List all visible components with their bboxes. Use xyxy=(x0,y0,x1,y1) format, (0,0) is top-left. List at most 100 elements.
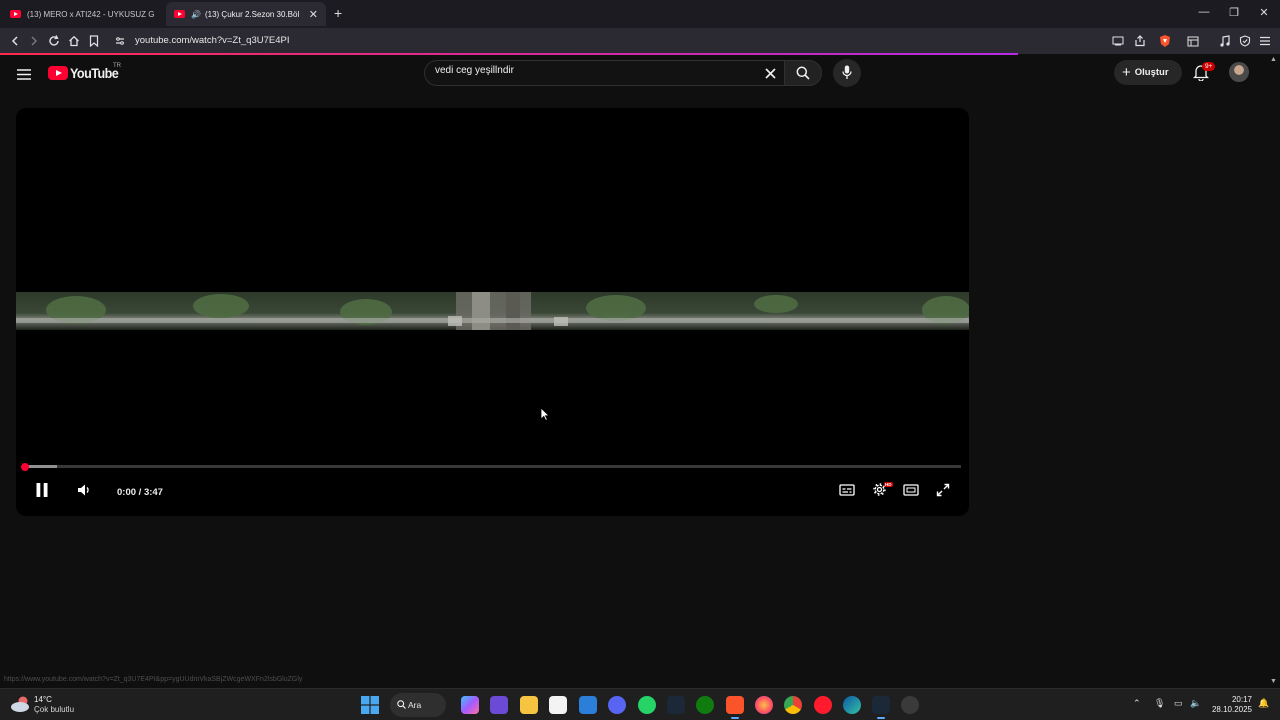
theater-mode-button[interactable] xyxy=(901,483,921,501)
tab-cukur-30-bolum[interactable]: 🔊 (13) Çukur 2.Sezon 30.Bölüm ✕ xyxy=(166,2,326,26)
taskbar-search-button[interactable]: Ara xyxy=(390,693,446,717)
search-bar[interactable] xyxy=(424,60,787,86)
speaker-icon[interactable]: 🔊 xyxy=(191,10,201,19)
clipchamp-app-icon[interactable] xyxy=(490,696,508,714)
tab-title: (13) MERO x ATI242 - UYKUSUZ GECE xyxy=(27,9,154,19)
taskbar: 14°C Çok bulutlu Ara ⌃ 🎙 ▭ 🔈 20:17 28.10… xyxy=(0,688,1280,720)
share-icon[interactable] xyxy=(1131,32,1149,50)
back-icon[interactable] xyxy=(6,32,24,50)
search-icon xyxy=(796,66,810,85)
utility-app-icon[interactable] xyxy=(901,696,919,714)
scroll-up-arrow-icon[interactable]: ▲ xyxy=(1270,56,1277,63)
vpn-shield-icon[interactable] xyxy=(1236,32,1254,50)
time-display: 0:00 / 3:47 xyxy=(117,487,163,498)
firefox-app-icon[interactable] xyxy=(755,696,773,714)
volume-icon xyxy=(77,483,91,502)
notification-center-icon[interactable]: 🔔 xyxy=(1258,698,1269,709)
guide-menu-icon[interactable] xyxy=(17,67,31,85)
pause-button[interactable] xyxy=(32,482,52,503)
video-frame xyxy=(16,292,969,330)
tray-overflow-chevron-icon[interactable]: ⌃ xyxy=(1133,698,1141,709)
opera-app-icon[interactable] xyxy=(814,696,832,714)
video-player[interactable]: 0:00 / 3:47 HD xyxy=(16,108,969,516)
fullscreen-icon xyxy=(936,483,950,502)
status-bar-link-preview: https://www.youtube.com/watch?v=Zt_q3U7E… xyxy=(4,676,303,683)
theater-mode-icon xyxy=(903,483,919,501)
current-time: 0:00 xyxy=(117,487,137,498)
weather-description[interactable]: Çok bulutlu xyxy=(34,705,74,714)
cast-icon[interactable] xyxy=(1109,32,1127,50)
taskbar-search-label: Ara xyxy=(408,700,422,710)
search-button[interactable] xyxy=(784,60,822,86)
scroll-down-arrow-icon[interactable]: ▼ xyxy=(1270,678,1277,685)
network-icon[interactable]: ▭ xyxy=(1174,698,1183,709)
menu-hamburger-icon[interactable] xyxy=(1256,32,1274,50)
steam-app-icon[interactable] xyxy=(667,696,685,714)
browser-tab-strip: (13) MERO x ATI242 - UYKUSUZ GECE 🔊 (13)… xyxy=(0,0,1280,28)
mouse-cursor-icon xyxy=(540,407,550,426)
restore-icon[interactable]: ❐ xyxy=(1224,6,1244,19)
avatar[interactable] xyxy=(1229,62,1249,82)
copilot-app-icon[interactable] xyxy=(461,696,479,714)
region-code: TR xyxy=(113,63,121,69)
new-tab-plus-icon[interactable]: + xyxy=(334,5,342,21)
edge-app-icon[interactable] xyxy=(843,696,861,714)
brave-shield-icon[interactable] xyxy=(1156,32,1174,50)
xbox-app-icon[interactable] xyxy=(696,696,714,714)
media-controls-icon[interactable] xyxy=(1216,32,1234,50)
page-load-progress xyxy=(0,53,1018,55)
search-icon xyxy=(397,700,406,711)
notification-count-badge: 9+ xyxy=(1202,62,1216,71)
pause-icon xyxy=(35,482,49,503)
forward-icon[interactable] xyxy=(25,32,43,50)
discord-app-icon[interactable] xyxy=(608,696,626,714)
whatsapp-app-icon[interactable] xyxy=(638,696,656,714)
start-windows-icon[interactable] xyxy=(361,696,379,719)
address-bar[interactable]: youtube.com/watch?v=Zt_q3U7E4PI xyxy=(135,35,289,46)
bookmark-icon[interactable] xyxy=(85,32,103,50)
sidebar-toggle-icon[interactable] xyxy=(1184,32,1202,50)
microphone-tray-icon[interactable]: 🎙 xyxy=(1154,698,1165,709)
browser-toolbar: youtube.com/watch?v=Zt_q3U7E4PI xyxy=(0,28,1280,54)
file-explorer-app-icon[interactable] xyxy=(520,696,538,714)
voice-search-button[interactable] xyxy=(833,59,861,87)
youtube-play-logo-icon xyxy=(48,66,68,80)
time-separator: / xyxy=(136,487,144,498)
volume-tray-icon[interactable]: 🔈 xyxy=(1190,698,1201,709)
tab-mero-uykusuz-gece[interactable]: (13) MERO x ATI242 - UYKUSUZ GECE xyxy=(2,2,162,26)
tab-title: (13) Çukur 2.Sezon 30.Bölüm xyxy=(204,9,299,19)
seek-handle[interactable] xyxy=(21,463,29,471)
youtube-favicon-icon xyxy=(174,10,185,18)
youtube-logo-text: YouTube xyxy=(70,65,119,81)
subtitles-button[interactable] xyxy=(837,483,857,501)
clock-time[interactable]: 20:17 xyxy=(1228,695,1252,704)
close-tab-icon[interactable]: ✕ xyxy=(309,8,318,21)
microphone-icon xyxy=(842,65,852,85)
close-window-icon[interactable]: ✕ xyxy=(1254,6,1274,19)
mute-button[interactable] xyxy=(74,483,94,501)
steam-running-app-icon[interactable] xyxy=(872,696,890,719)
site-info-icon[interactable] xyxy=(111,32,129,50)
clock-date[interactable]: 28.10.2025 xyxy=(1208,705,1252,714)
home-icon[interactable] xyxy=(65,32,83,50)
minimize-icon[interactable]: — xyxy=(1194,6,1214,18)
plus-icon: + xyxy=(1122,64,1131,81)
chrome-app-icon[interactable] xyxy=(784,696,802,714)
search-input[interactable] xyxy=(435,65,735,76)
weather-temperature[interactable]: 14°C xyxy=(34,695,52,704)
video-frame-scenery xyxy=(16,292,969,330)
seek-bar[interactable] xyxy=(24,465,961,468)
fullscreen-button[interactable] xyxy=(933,483,953,501)
brave-browser-app-icon[interactable] xyxy=(726,696,744,719)
microsoft-store-app-icon[interactable] xyxy=(549,696,567,714)
weather-cloud-icon[interactable] xyxy=(10,695,32,718)
create-button[interactable]: + Oluştur xyxy=(1114,60,1182,85)
mail-app-icon[interactable] xyxy=(579,696,597,714)
youtube-favicon-icon xyxy=(10,10,21,18)
hd-badge: HD xyxy=(884,482,893,487)
clear-search-icon[interactable] xyxy=(765,66,776,84)
duration: 3:47 xyxy=(143,487,163,498)
subtitles-icon xyxy=(839,483,855,501)
reload-icon[interactable] xyxy=(45,32,63,50)
create-label: Oluştur xyxy=(1134,67,1169,78)
